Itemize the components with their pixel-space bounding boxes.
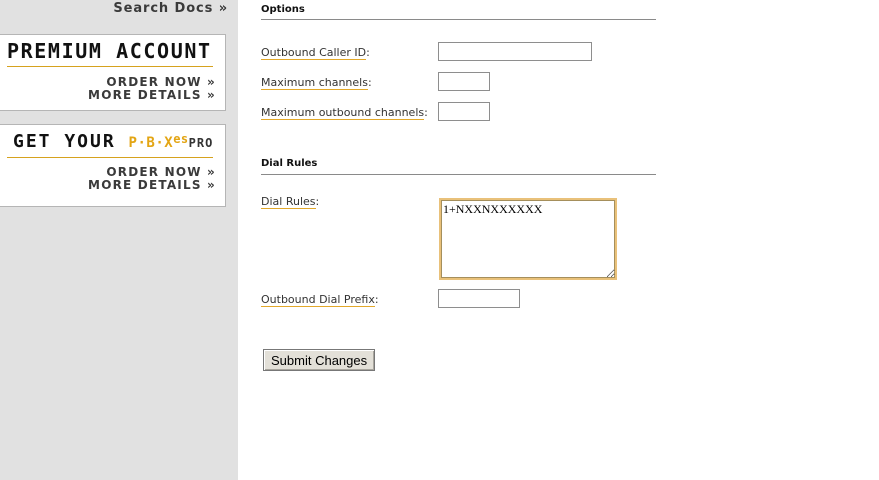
outbound-caller-id-label: Outbound Caller ID: <box>261 46 370 60</box>
max-outbound-channels-label: Maximum outbound channels: <box>261 106 428 120</box>
options-section-divider <box>261 19 656 20</box>
premium-account-title: PREMIUM ACCOUNT <box>7 39 212 63</box>
settings-form: Options Outbound Caller ID: Maximum chan… <box>238 0 879 480</box>
max-channels-label: Maximum channels: <box>261 76 372 90</box>
search-docs-link[interactable]: Search Docs » <box>113 1 228 16</box>
pbx-more-details-link[interactable]: MORE DETAILS » <box>88 178 216 192</box>
pbx-order-now-link[interactable]: ORDER NOW » <box>106 165 216 179</box>
dial-rules-section-divider <box>261 174 656 175</box>
outbound-caller-id-label-text[interactable]: Outbound Caller ID <box>261 46 367 60</box>
outbound-dial-prefix-label: Outbound Dial Prefix: <box>261 293 379 307</box>
premium-order-now-link[interactable]: ORDER NOW » <box>106 75 216 89</box>
dial-rules-label-text[interactable]: Dial Rules <box>261 195 316 209</box>
pbxes-pro-title: GET YOUR P·B·XesPRO <box>13 131 213 152</box>
sidebar: Search Docs » PREMIUM ACCOUNT ORDER NOW … <box>0 0 238 480</box>
dial-rules-section-title: Dial Rules <box>261 158 318 169</box>
max-outbound-channels-input[interactable] <box>438 102 490 121</box>
pbx-title-prefix: GET YOUR <box>13 131 116 152</box>
max-channels-input[interactable] <box>438 72 490 91</box>
pbx-brand-suffix: PRO <box>188 136 214 150</box>
max-outbound-channels-label-text[interactable]: Maximum outbound channels <box>261 106 425 120</box>
pbx-brand-text: P·B·X <box>128 135 174 151</box>
dial-rules-label: Dial Rules: <box>261 195 320 209</box>
pbxes-pro-promo: GET YOUR P·B·XesPRO ORDER NOW » MORE DET… <box>0 124 226 207</box>
outbound-dial-prefix-label-text[interactable]: Outbound Dial Prefix <box>261 293 375 307</box>
submit-changes-button[interactable]: Submit Changes <box>263 349 376 371</box>
premium-more-details-link[interactable]: MORE DETAILS » <box>88 88 216 102</box>
outbound-caller-id-input[interactable] <box>438 42 592 61</box>
promo-divider <box>7 157 213 158</box>
pbxes-logo: P·B·Xes <box>128 132 189 151</box>
dial-rules-textarea[interactable]: 1+NXXNXXXXXX <box>439 198 617 280</box>
max-channels-label-text[interactable]: Maximum channels <box>261 76 368 90</box>
premium-account-promo: PREMIUM ACCOUNT ORDER NOW » MORE DETAILS… <box>0 34 226 111</box>
outbound-dial-prefix-input[interactable] <box>438 289 520 308</box>
pbx-brand-sup: es <box>173 132 189 146</box>
options-section-title: Options <box>261 4 305 15</box>
promo-divider <box>7 66 213 67</box>
